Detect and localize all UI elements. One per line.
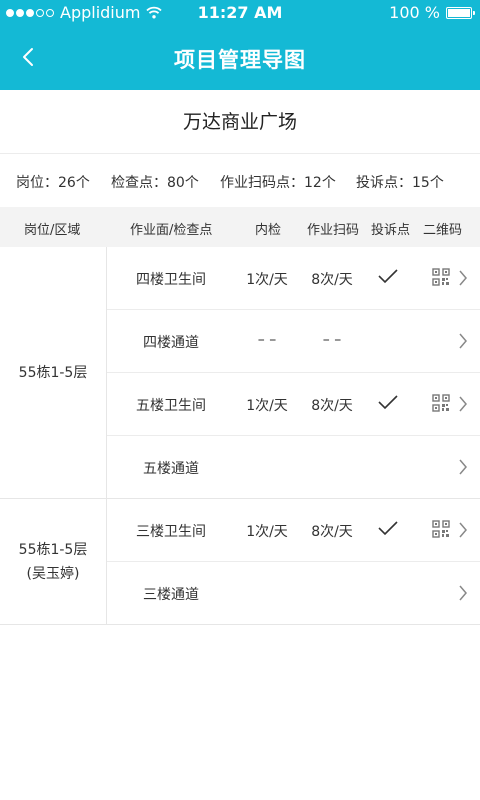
surface-name: 四楼卫生间 [136,272,206,288]
header-surface: 作业面/检查点 [130,223,213,238]
table-row[interactable]: 四楼卫生间 1次/天 8次/天 [107,247,480,310]
qr-code-icon[interactable] [432,394,450,412]
chevron-right-icon [459,396,467,412]
battery-label: 100 % [389,3,440,22]
area-person: (吴玉婷) [26,565,80,582]
checkmark-icon [378,269,398,284]
checkmark-icon [378,395,398,410]
area-group: 55栋1-5层 四楼卫生间 1次/天 8次/天 四楼通道 – – – – 五楼卫… [0,247,480,499]
qr-code-icon[interactable] [432,520,450,538]
chevron-right-icon [459,270,467,286]
inner-check-value: 1次/天 [246,272,288,288]
table-row[interactable]: 五楼卫生间 1次/天 8次/天 [107,373,480,436]
scan-value: 8次/天 [311,398,353,414]
page-title: 项目管理导图 [174,48,306,72]
summary-bar: 岗位：26个 检查点：80个 作业扫码点：12个 投诉点：15个 [0,154,480,207]
scan-value: – – [322,332,342,348]
area-name: 55栋1-5层 [18,541,88,558]
area-cell: 55栋1-5层 (吴玉婷) [0,499,107,624]
area-name: 55栋1-5层 [18,364,88,381]
table-row[interactable]: 四楼通道 – – – – [107,310,480,373]
table-row[interactable]: 三楼卫生间 1次/天 8次/天 [107,499,480,562]
surface-name: 三楼通道 [143,587,199,603]
header-area: 岗位/区域 [24,223,81,238]
surface-name: 三楼卫生间 [136,524,206,540]
checkmark-icon [378,521,398,536]
table-row[interactable]: 三楼通道 [107,562,480,625]
status-right: 100 % [389,3,475,22]
qr-code-icon[interactable] [432,268,450,286]
table-row[interactable]: 五楼通道 [107,436,480,499]
area-group: 55栋1-5层 (吴玉婷) 三楼卫生间 1次/天 8次/天 三楼通道 [0,499,480,625]
header-complaint: 投诉点 [371,223,411,238]
inner-check-value: 1次/天 [246,524,288,540]
surface-name: 四楼通道 [143,335,199,351]
chevron-right-icon [459,522,467,538]
chevron-right-icon [459,585,467,601]
posts-count: 岗位：26个 [16,175,90,191]
chevron-right-icon [459,459,467,475]
checkpoints-count: 检查点：80个 [111,175,199,191]
complaint-points-count: 投诉点：15个 [356,175,444,191]
battery-icon [446,6,475,19]
project-name: 万达商业广场 [0,90,480,154]
scan-points-count: 作业扫码点：12个 [220,175,336,191]
header-scan: 作业扫码 [307,223,360,238]
surface-name: 五楼卫生间 [136,398,206,414]
scan-value: 8次/天 [311,524,353,540]
scan-value: 8次/天 [311,272,353,288]
table-header: 岗位/区域 作业面/检查点 内检 作业扫码 投诉点 二维码 [0,207,480,247]
surface-name: 五楼通道 [143,461,199,477]
inner-check-value: – – [257,332,277,348]
inner-check-value: 1次/天 [246,398,288,414]
chevron-right-icon [459,333,467,349]
header-inner-check: 内检 [255,223,282,238]
area-cell: 55栋1-5层 [0,247,107,498]
nav-bar: 项目管理导图 [0,24,480,90]
status-bar: Applidium 11:27 AM 100 % [0,0,480,24]
header-qr: 二维码 [423,223,463,238]
